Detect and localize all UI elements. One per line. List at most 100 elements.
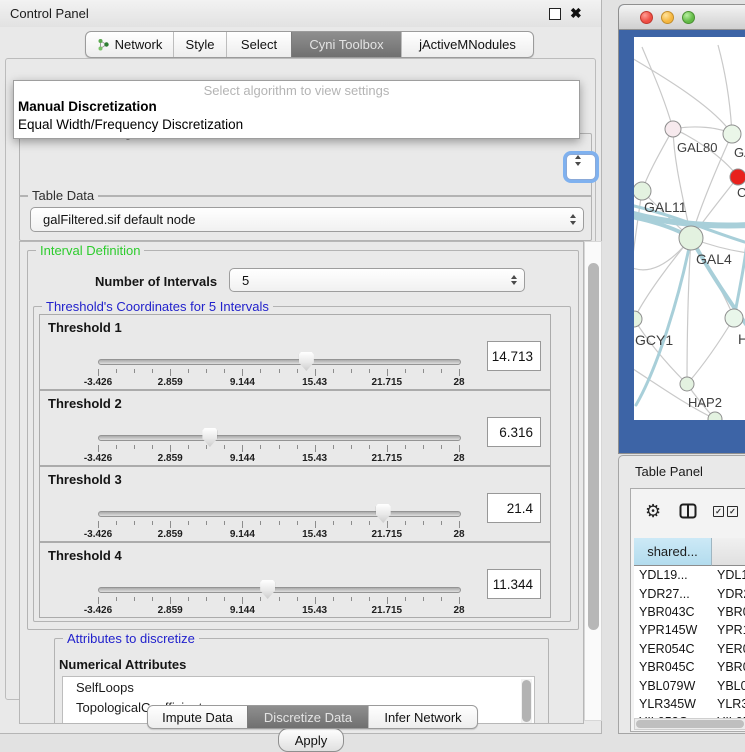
top-tab-bar: NetworkStyle Select Cyni ToolboxjActiveMNo… bbox=[85, 31, 534, 58]
column-header-shared[interactable]: shared... bbox=[634, 538, 712, 566]
cyni-toolbox-panel: Discretization Algorithm Table Data galF… bbox=[5, 58, 596, 700]
network-node-label: GAL11 bbox=[644, 199, 687, 215]
tick-mark bbox=[351, 369, 352, 373]
checkboxes-icon[interactable]: ✓ ✓ bbox=[713, 506, 738, 517]
main-scrollbar[interactable] bbox=[584, 241, 602, 721]
table-row[interactable]: YBR045CYBR04 bbox=[634, 658, 745, 676]
threshold-value-field[interactable]: 11.344 bbox=[487, 569, 541, 599]
tab-select[interactable]: Select bbox=[226, 32, 291, 57]
slider-track[interactable] bbox=[98, 511, 461, 517]
threshold-value-field[interactable]: 14.713 bbox=[487, 341, 541, 371]
slider-handle[interactable] bbox=[260, 580, 275, 599]
tick-label: -3.426 bbox=[76, 377, 120, 388]
table-row[interactable]: YER054CYER05 bbox=[634, 640, 745, 658]
slider-track[interactable] bbox=[98, 359, 461, 365]
table-cell: YBL07 bbox=[712, 676, 745, 694]
tick-mark bbox=[224, 369, 225, 373]
tick-mark bbox=[152, 445, 153, 449]
settings-scroll-viewport: Interval Definition Number of Intervals … bbox=[19, 241, 584, 724]
main-scrollbar-thumb[interactable] bbox=[588, 263, 599, 630]
tick-mark bbox=[279, 445, 280, 449]
table-row[interactable]: YBL079WYBL07 bbox=[634, 676, 745, 694]
threshold-row-1: Threshold 1-3.4262.8599.14415.4321.71528… bbox=[39, 314, 551, 390]
tick-label: -3.426 bbox=[76, 605, 120, 616]
group-title: Table Data bbox=[28, 188, 98, 203]
table-row[interactable]: YBR043CYBR04 bbox=[634, 603, 745, 621]
list-scrollbar-thumb[interactable] bbox=[522, 680, 531, 722]
tick-mark bbox=[459, 445, 460, 452]
table-horizontal-scrollbar[interactable] bbox=[634, 718, 745, 730]
slider-track[interactable] bbox=[98, 587, 461, 593]
tick-mark bbox=[351, 521, 352, 525]
column-header-na[interactable]: na bbox=[712, 538, 745, 566]
network-node-label: GCY1 bbox=[635, 332, 673, 348]
tick-mark bbox=[242, 445, 243, 452]
network-edge bbox=[642, 129, 673, 191]
node-table[interactable]: shared...na YDL19...YDL19YDR27...YDR27YB… bbox=[634, 538, 745, 718]
close-icon[interactable]: ✖ bbox=[570, 5, 582, 22]
network-edge bbox=[687, 318, 734, 384]
combo-arrows-icon bbox=[567, 155, 589, 166]
list-scrollbar[interactable] bbox=[521, 679, 532, 724]
slider-handle[interactable] bbox=[299, 352, 314, 371]
list-item-selfloops[interactable]: SelfLoops bbox=[63, 677, 534, 697]
dropdown-option-equal-width-frequency-discretization[interactable]: Equal Width/Frequency Discretization bbox=[14, 117, 579, 134]
control-panel-titlebar: Control Panel ✖ bbox=[0, 0, 601, 27]
group-title: Threshold's Coordinates for 5 Intervals bbox=[42, 299, 273, 314]
table-data-combobox[interactable]: galFiltered.sif default node bbox=[30, 207, 584, 232]
tick-mark bbox=[260, 369, 261, 373]
minimize-traffic-light[interactable] bbox=[661, 11, 674, 24]
tick-mark bbox=[224, 445, 225, 449]
table-row[interactable]: YLR345WYLR34 bbox=[634, 695, 745, 713]
tab-label: Select bbox=[241, 37, 277, 52]
network-node bbox=[723, 125, 741, 143]
network-node bbox=[680, 377, 694, 391]
gear-icon[interactable]: ⚙ bbox=[645, 501, 661, 522]
tick-mark bbox=[224, 521, 225, 525]
tick-mark bbox=[116, 597, 117, 601]
tick-mark bbox=[188, 445, 189, 449]
tab-jactivemnodules[interactable]: jActiveMNodules bbox=[401, 32, 533, 57]
tick-label: 15.43 bbox=[293, 529, 337, 540]
float-window-icon[interactable] bbox=[549, 8, 561, 20]
tab-discretize-data[interactable]: Discretize Data bbox=[247, 706, 368, 728]
table-cell: YPR14 bbox=[712, 621, 745, 639]
slider-track[interactable] bbox=[98, 435, 461, 441]
zoom-traffic-light[interactable] bbox=[682, 11, 695, 24]
tick-mark bbox=[170, 445, 171, 452]
tick-label: 9.144 bbox=[220, 529, 264, 540]
group-title: Interval Definition bbox=[36, 243, 144, 258]
dropdown-option-manual-discretization[interactable]: Manual Discretization bbox=[14, 99, 579, 116]
threshold-row-3: Threshold 3-3.4262.8599.14415.4321.71528… bbox=[39, 466, 551, 542]
network-canvas[interactable]: GAL80GACGAL11GAL4GCY1HHAP2 bbox=[634, 37, 745, 420]
slider-handle[interactable] bbox=[202, 428, 217, 447]
tick-mark bbox=[351, 597, 352, 601]
tick-mark bbox=[351, 445, 352, 449]
tab-impute-data[interactable]: Impute Data bbox=[148, 706, 247, 728]
tick-mark bbox=[98, 597, 99, 604]
tick-mark bbox=[206, 597, 207, 601]
apply-button[interactable]: Apply bbox=[278, 728, 344, 752]
columns-icon[interactable] bbox=[679, 503, 697, 519]
table-row[interactable]: YDR27...YDR27 bbox=[634, 584, 745, 602]
tab-infer-network[interactable]: Infer Network bbox=[368, 706, 477, 728]
table-row[interactable]: YPR145WYPR14 bbox=[634, 621, 745, 639]
tick-mark bbox=[279, 369, 280, 373]
tab-network[interactable]: Network bbox=[86, 32, 173, 57]
algorithm-combobox[interactable] bbox=[566, 154, 596, 180]
table-hscroll-thumb[interactable] bbox=[636, 720, 744, 728]
threshold-value-field[interactable]: 21.4 bbox=[487, 493, 541, 523]
table-row[interactable]: YDL19...YDL19 bbox=[634, 566, 745, 584]
tick-mark bbox=[260, 445, 261, 449]
close-traffic-light[interactable] bbox=[640, 11, 653, 24]
tick-mark bbox=[242, 597, 243, 604]
threshold-value-field[interactable]: 6.316 bbox=[487, 417, 541, 447]
slider-handle[interactable] bbox=[376, 504, 391, 523]
table-panel-window: Table Panel ⚙ ✓ ✓ shared...na YDL19...YD… bbox=[618, 455, 745, 734]
number-of-intervals-combobox[interactable]: 5 bbox=[229, 268, 525, 292]
tab-style[interactable]: Style bbox=[173, 32, 226, 57]
network-view-window: GAL80GACGAL11GAL4GCY1HHAP2 bbox=[618, 4, 745, 454]
tab-cyni-toolbox[interactable]: Cyni Toolbox bbox=[291, 32, 401, 57]
tick-mark bbox=[333, 369, 334, 373]
tick-mark bbox=[206, 369, 207, 373]
